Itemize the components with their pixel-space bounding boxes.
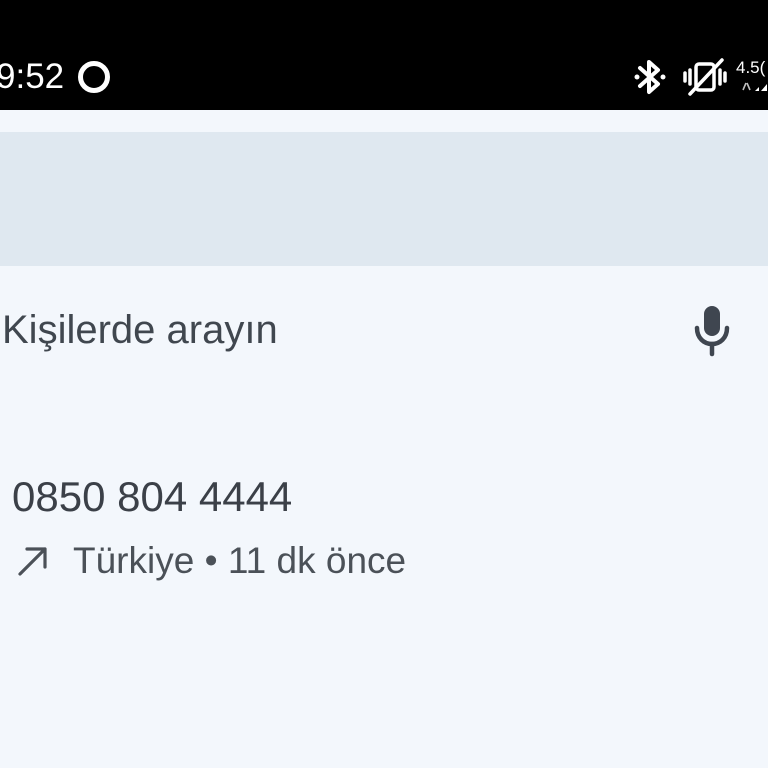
call-number: 0850 804 4444: [12, 473, 293, 520]
microphone-icon[interactable]: [688, 302, 736, 358]
call-details: Türkiye • 11 dk önce: [73, 538, 406, 584]
search-input[interactable]: Kişilerde arayın: [2, 302, 278, 358]
call-time-ago: 11 dk önce: [227, 540, 407, 581]
outgoing-call-arrow-icon: [18, 547, 47, 576]
network-speed: 4.5(: [736, 58, 766, 77]
bluetooth-icon: [634, 60, 666, 94]
status-bar: 9:52 4.5(: [0, 0, 768, 110]
search-bar[interactable]: Kişilerde arayın: [0, 132, 768, 357]
call-separator: •: [204, 540, 218, 581]
notification-ring-icon: [78, 61, 110, 93]
status-time: 9:52: [0, 57, 65, 96]
signal-icon: [742, 82, 767, 91]
vibrate-silent-icon: [683, 58, 727, 96]
call-location: Türkiye: [73, 540, 195, 581]
